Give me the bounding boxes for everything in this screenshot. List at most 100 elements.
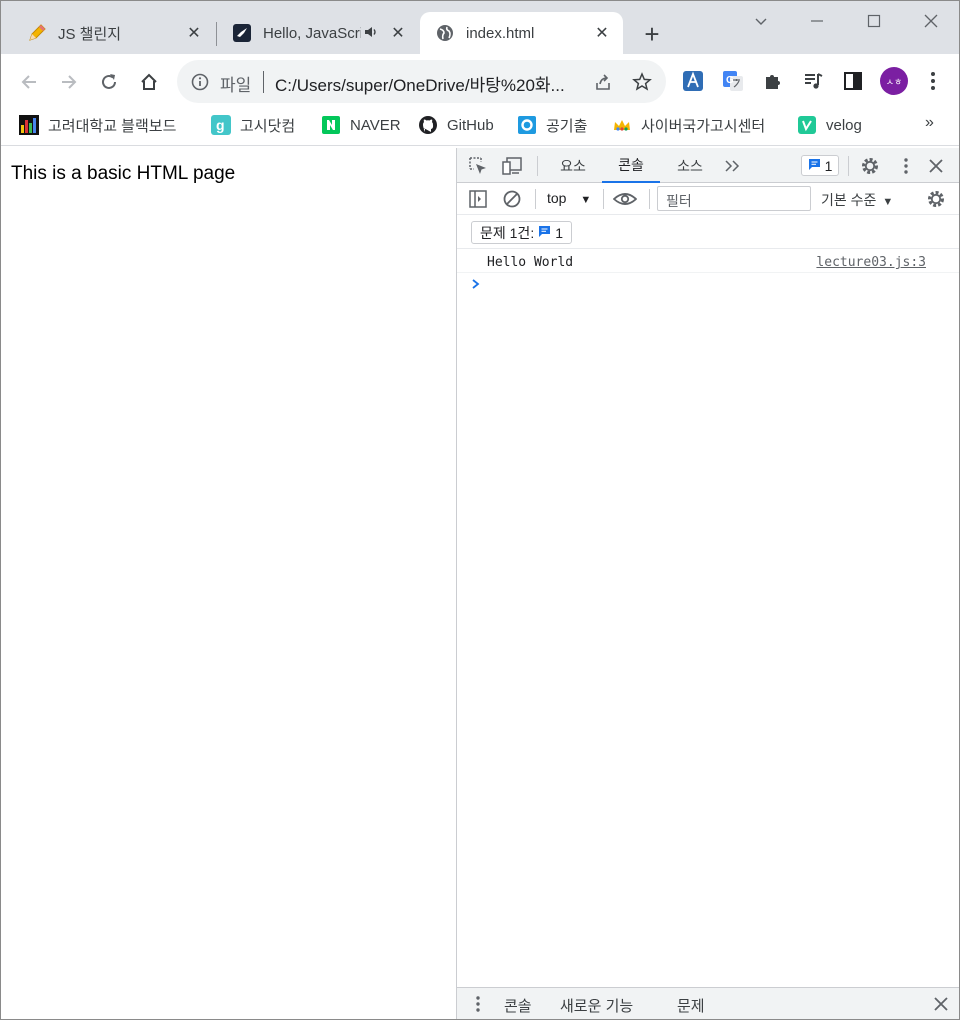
tab-label: 콘솔 <box>618 156 644 173</box>
bookmarks-bar: 고려대학교 블랙보드 g 고시닷컴 NAVER GitHub 공기출 사이버국가… <box>1 108 959 146</box>
console-settings-gear-icon[interactable] <box>924 187 948 211</box>
new-tab-button[interactable]: + <box>637 19 667 49</box>
reload-icon[interactable] <box>93 66 125 98</box>
svg-text:G: G <box>726 75 734 86</box>
bookmark-naver[interactable]: NAVER <box>321 114 401 136</box>
url-text[interactable]: C:/Users/super/OneDrive/바탕%20화... <box>275 71 565 96</box>
tab-elements[interactable]: 요소 <box>545 148 601 183</box>
bookmark-label: 고려대학교 블랙보드 <box>48 117 177 135</box>
device-toolbar-icon[interactable] <box>501 154 525 178</box>
drawer-tab-issues[interactable]: 문제 <box>677 995 705 1016</box>
translate-icon[interactable]: G <box>719 67 747 95</box>
tab-label: 소스 <box>677 157 703 174</box>
media-control-icon[interactable] <box>799 67 827 95</box>
close-icon[interactable]: ✕ <box>183 22 205 44</box>
page-body-text: This is a basic HTML page <box>11 163 236 184</box>
bookmark-label: 고시닷컴 <box>240 117 296 135</box>
settings-gear-icon[interactable] <box>858 154 882 178</box>
inspect-element-icon[interactable] <box>466 154 490 178</box>
bookmark-gosi[interactable]: g 고시닷컴 <box>211 114 295 136</box>
pencil-icon <box>26 22 48 44</box>
profile-avatar[interactable]: ㅅㅎ <box>880 67 908 95</box>
maximize-icon[interactable] <box>854 7 894 35</box>
tab-sources[interactable]: 소스 <box>661 148 719 183</box>
minimize-icon[interactable] <box>797 7 837 35</box>
scheme-divider <box>263 71 264 93</box>
devtools-menu-icon[interactable] <box>894 154 918 178</box>
side-panel-icon[interactable] <box>839 67 867 95</box>
devtools-main-toolbar: 요소 콘솔 소스 1 <box>457 148 959 183</box>
bookmark-label: NAVER <box>350 116 401 134</box>
bar-chart-icon <box>19 115 39 135</box>
puzzle-extensions-icon[interactable] <box>759 67 787 95</box>
drawer-tab-console[interactable]: 콘솔 <box>504 995 532 1016</box>
drawer-close-icon[interactable] <box>929 992 953 1016</box>
devtools-close-icon[interactable] <box>924 154 948 178</box>
speaker-icon[interactable] <box>363 24 381 42</box>
toolbar-divider <box>535 189 536 209</box>
bookmark-cyber-gosi[interactable]: 사이버국가고시센터 <box>612 114 765 136</box>
tab-search-chevron-icon[interactable] <box>741 7 781 35</box>
crown-icon <box>612 115 632 135</box>
drawer-menu-icon[interactable] <box>466 992 490 1016</box>
console-toolbar: top ▼ 필터 기본 수준 ▼ <box>457 183 959 215</box>
kebab-menu-icon[interactable] <box>919 67 947 95</box>
context-selector[interactable]: top ▼ <box>547 190 591 206</box>
more-tabs-chevron-icon[interactable] <box>721 154 745 178</box>
close-icon[interactable]: ✕ <box>591 22 613 44</box>
scheme-label: 파일 <box>220 76 252 95</box>
toolbar-divider <box>537 156 538 176</box>
log-source-link[interactable]: lecture03.js:3 <box>816 255 926 270</box>
devtools-drawer-bar: 콘솔 새로운 기능 문제 <box>457 987 959 1019</box>
bookmark-korea-univ[interactable]: 고려대학교 블랙보드 <box>19 114 176 136</box>
star-icon[interactable] <box>630 70 654 94</box>
globe-icon <box>434 22 456 44</box>
console-log-row: Hello World lecture03.js:3 <box>457 249 959 273</box>
forward-arrow-icon[interactable] <box>53 66 85 98</box>
browser-toolbar: 파일 C:/Users/super/OneDrive/바탕%20화... G ㅅ… <box>1 54 959 108</box>
dropdown-triangle-icon: ▼ <box>882 196 894 208</box>
share-icon[interactable] <box>591 70 615 94</box>
issues-chip-count: 1 <box>555 224 564 241</box>
github-icon <box>418 115 438 135</box>
devtools-panel: 요소 콘솔 소스 1 top ▼ 필터 기본 수준 ▼ 문제 1건: 1 Hel… <box>456 148 959 1019</box>
address-bar[interactable]: 파일 C:/Users/super/OneDrive/바탕%20화... <box>177 60 666 103</box>
bookmark-label: GitHub <box>447 116 494 134</box>
home-icon[interactable] <box>133 66 165 98</box>
info-icon[interactable] <box>189 71 211 93</box>
console-prompt-chevron-icon[interactable] <box>471 277 481 293</box>
clear-console-icon[interactable] <box>500 187 524 211</box>
back-arrow-icon[interactable] <box>13 66 45 98</box>
toolbar-divider <box>603 189 604 209</box>
window-close-icon[interactable] <box>911 7 951 35</box>
log-levels-dropdown[interactable]: 기본 수준 ▼ <box>821 190 893 210</box>
browser-window: JS 챌린지 ✕ Hello, JavaScri ✕ index.html ✕ … <box>0 0 960 1020</box>
message-icon <box>808 158 821 174</box>
naver-logo-icon <box>321 115 341 135</box>
bookmark-github[interactable]: GitHub <box>418 114 494 136</box>
svg-text:g: g <box>216 117 225 133</box>
eye-icon[interactable] <box>613 187 637 211</box>
tab-title: index.html <box>466 24 535 42</box>
bookmark-velog[interactable]: velog <box>797 114 862 136</box>
issues-count: 1 <box>824 157 833 174</box>
tab-title: JS 챌린지 <box>58 25 122 43</box>
sidebar-toggle-icon[interactable] <box>466 187 490 211</box>
toolbar-divider <box>649 189 650 209</box>
tab-index-html[interactable]: index.html ✕ <box>420 12 623 54</box>
issues-bar: 문제 1건: 1 <box>457 215 959 249</box>
tab-console[interactable]: 콘솔 <box>602 148 660 183</box>
filter-input[interactable]: 필터 <box>657 186 811 211</box>
bookmark-gonggichul[interactable]: 공기출 <box>517 114 587 136</box>
issues-chip-button[interactable]: 문제 1건: 1 <box>471 221 573 244</box>
message-icon <box>538 225 551 241</box>
drawer-tab-whats-new[interactable]: 새로운 기능 <box>560 995 633 1016</box>
bookmarks-overflow-button[interactable]: » <box>925 114 934 132</box>
toolbar-divider <box>848 156 849 176</box>
issues-label: 문제 1건: <box>480 224 535 241</box>
issues-counter-button[interactable]: 1 <box>801 155 839 176</box>
close-icon[interactable]: ✕ <box>387 22 409 44</box>
tab-js-challenge[interactable]: JS 챌린지 ✕ <box>12 12 215 54</box>
tab-hello-javascript[interactable]: Hello, JavaScri ✕ <box>217 12 419 54</box>
font-extension-icon[interactable] <box>679 67 707 95</box>
